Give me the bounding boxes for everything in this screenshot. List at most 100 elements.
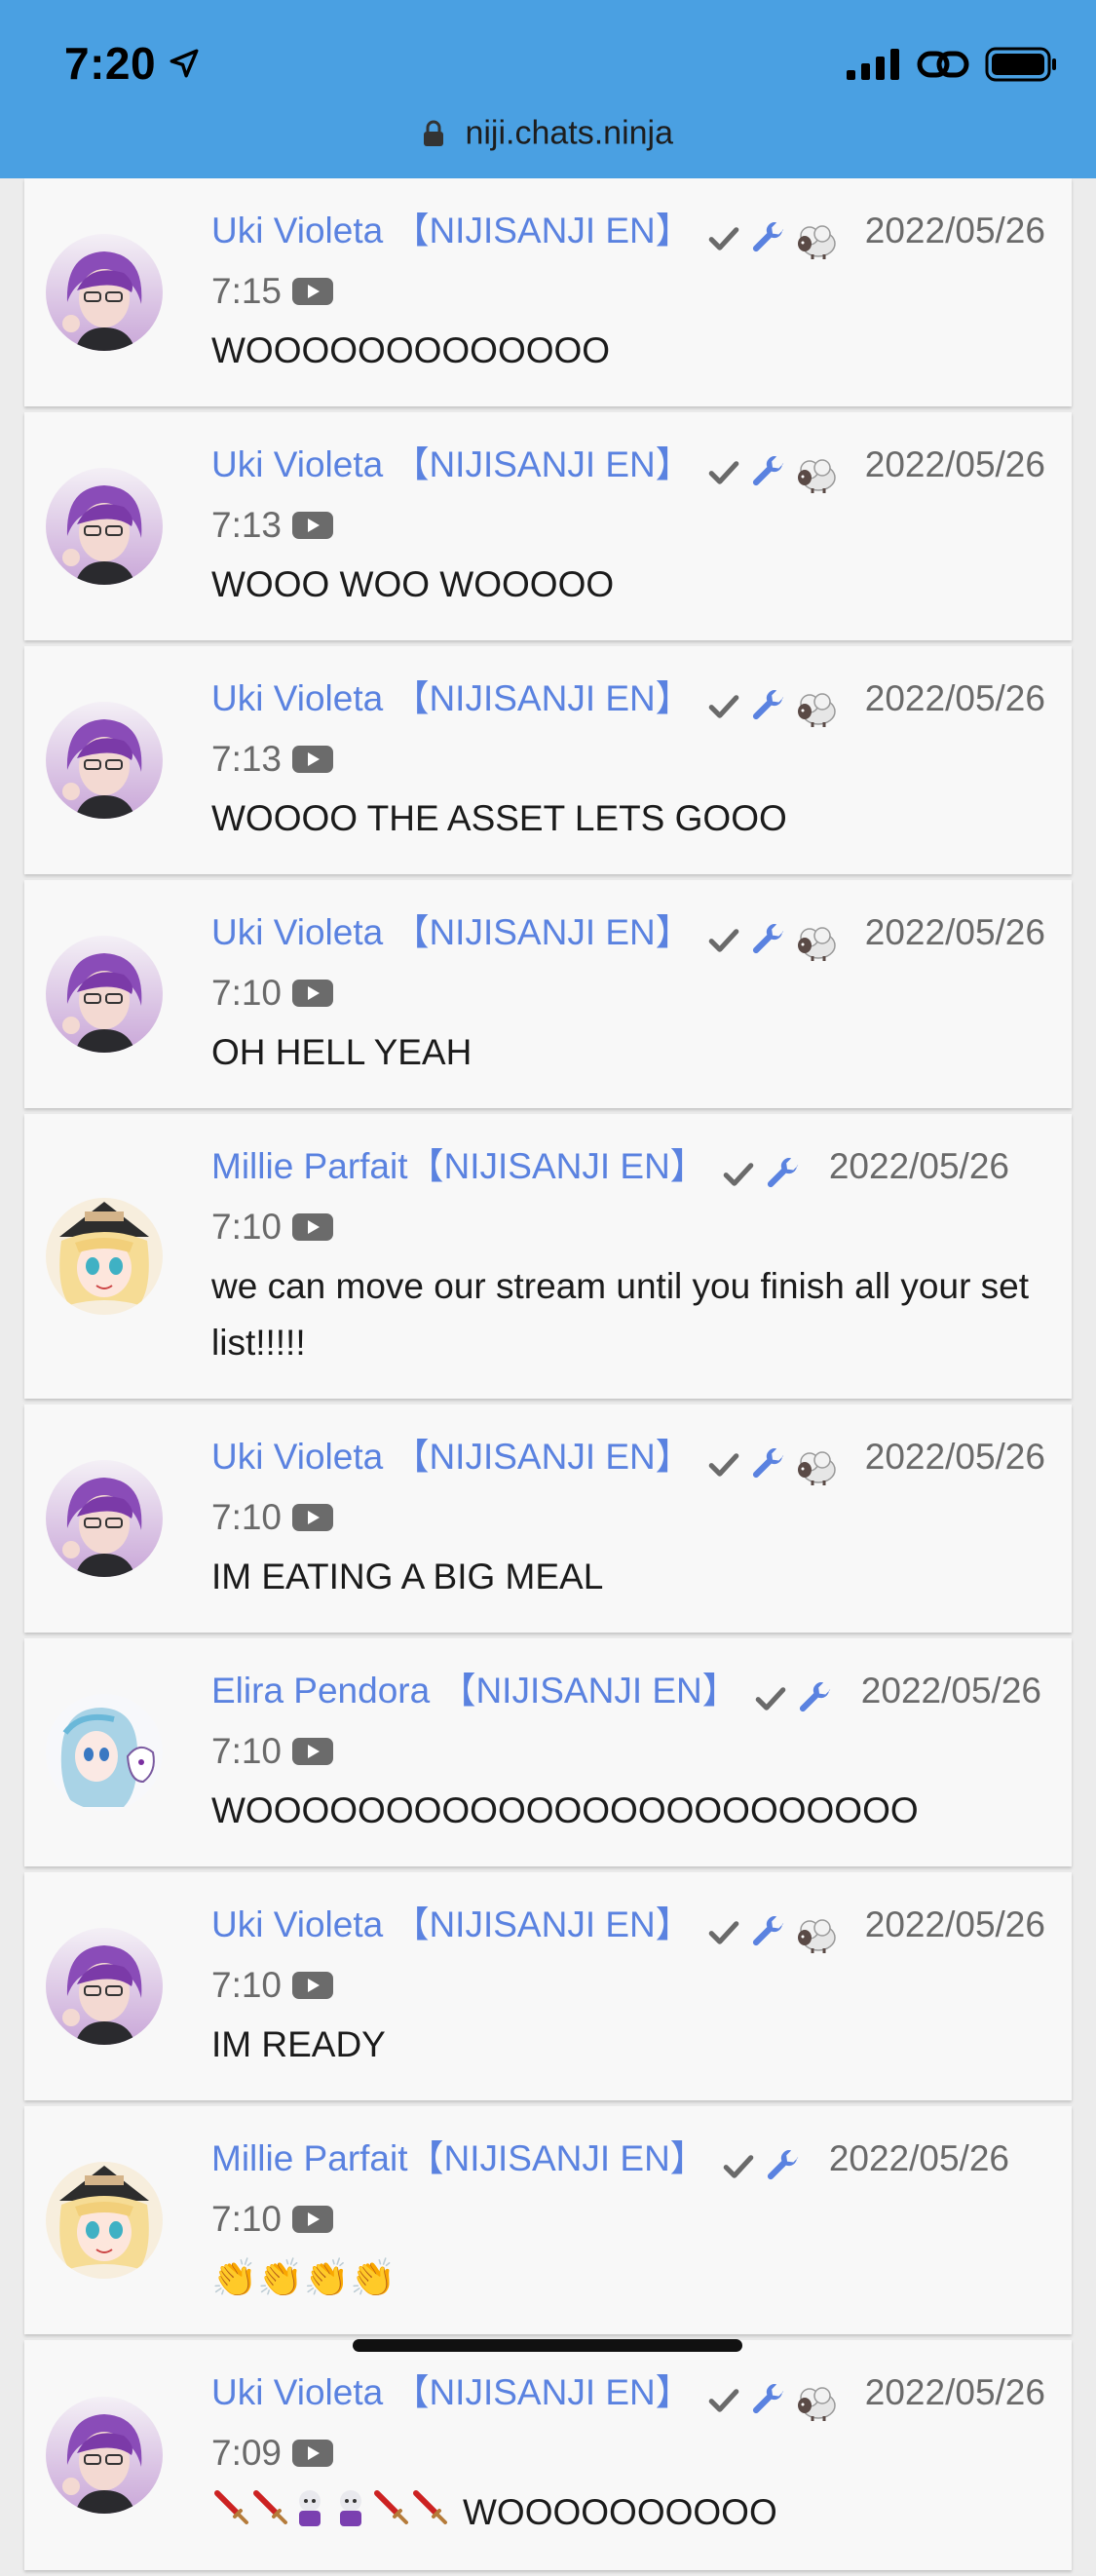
message-text: we can move our stream until you finish … (211, 1266, 1030, 1363)
chat-message: Millie Parfait【NIJISANJI EN】 2022/05/26 7… (24, 2106, 1072, 2334)
avatar[interactable] (46, 2397, 163, 2515)
chat-message: Elira Pendora 【NIJISANJI EN】 2022/05/26 7… (24, 1638, 1072, 1866)
check-icon (705, 1442, 748, 1482)
message-text: WOOOOOOOOOO (211, 2484, 1048, 2543)
sword-emote (371, 2490, 410, 2534)
check-icon (705, 216, 748, 256)
address-bar[interactable]: niji.chats.ninja (0, 113, 1096, 153)
sword-emote (211, 2490, 250, 2534)
battery-icon (985, 47, 1056, 82)
sword-emote (410, 2490, 449, 2534)
check-icon (705, 918, 748, 958)
youtube-link-icon[interactable] (291, 2430, 334, 2484)
youtube-link-icon[interactable] (291, 736, 334, 790)
youtube-link-icon[interactable] (291, 268, 334, 323)
chat-message: Millie Parfait【NIJISANJI EN】 2022/05/26 7… (24, 1114, 1072, 1399)
wrench-icon (763, 2144, 808, 2184)
author-name[interactable]: Uki Violeta 【NIJISANJI EN】 (211, 211, 692, 250)
lock-icon (423, 120, 443, 147)
author-badges (705, 443, 844, 498)
author-name[interactable]: Elira Pendora 【NIJISANJI EN】 (211, 1671, 738, 1711)
author-badges (720, 2137, 808, 2192)
youtube-link-icon[interactable] (291, 1494, 334, 1549)
youtube-link-icon[interactable] (291, 1962, 334, 2017)
wrench-icon (748, 1910, 793, 1950)
author-badges (705, 677, 844, 732)
author-badges (705, 1903, 844, 1958)
avatar[interactable] (46, 234, 163, 351)
author-badges (752, 1670, 840, 1724)
author-name[interactable]: Millie Parfait【NIJISANJI EN】 (211, 2138, 706, 2178)
sheep-icon (793, 2378, 844, 2422)
check-icon (720, 1152, 763, 1192)
check-icon (705, 1910, 748, 1950)
message-text: WOOOOOOOOOOOOOOOOOOOOOOOO (211, 1790, 919, 1830)
wrench-icon (748, 684, 793, 724)
chat-message: Uki Violeta 【NIJISANJI EN】 2022/05/26 7:1… (24, 880, 1072, 1108)
avatar[interactable] (46, 2162, 163, 2279)
avatar[interactable] (46, 468, 163, 585)
author-name[interactable]: Uki Violeta 【NIJISANJI EN】 (211, 1904, 692, 1944)
status-bar: 7:20 niji.chats.ninja (0, 0, 1096, 178)
message-text: IM READY (211, 2024, 386, 2064)
author-name[interactable]: Uki Violeta 【NIJISANJI EN】 (211, 678, 692, 718)
avatar[interactable] (46, 702, 163, 819)
message-header: Uki Violeta 【NIJISANJI EN】 2022/05/26 7:1… (211, 905, 1048, 1024)
author-badges (705, 210, 844, 264)
youtube-link-icon[interactable] (291, 2196, 334, 2250)
wrench-icon (748, 216, 793, 256)
message-header: Uki Violeta 【NIJISANJI EN】 2022/05/26 7:1… (211, 204, 1048, 323)
author-name[interactable]: Uki Violeta 【NIJISANJI EN】 (211, 2372, 692, 2412)
youtube-link-icon[interactable] (291, 1204, 334, 1258)
author-badges (705, 911, 844, 966)
message-header: Uki Violeta 【NIJISANJI EN】 2022/05/26 7:1… (211, 1898, 1048, 2017)
sheep-icon (793, 684, 844, 728)
youtube-link-icon[interactable] (291, 970, 334, 1024)
wrench-icon (748, 918, 793, 958)
avatar[interactable] (46, 1198, 163, 1315)
character-emote (330, 2490, 371, 2534)
message-body: WOOOOOOOOOO (463, 2492, 777, 2532)
avatar[interactable] (46, 1928, 163, 2045)
check-icon (705, 684, 748, 724)
sheep-icon (793, 1442, 844, 1486)
message-header: Millie Parfait【NIJISANJI EN】 2022/05/26 7… (211, 1139, 1048, 1258)
clock: 7:20 (64, 38, 157, 89)
sword-emote (250, 2490, 289, 2534)
chat-message: Uki Violeta 【NIJISANJI EN】 2022/05/26 7:0… (24, 2340, 1072, 2571)
sheep-icon (793, 216, 844, 260)
wrench-icon (748, 1442, 793, 1482)
author-name[interactable]: Uki Violeta 【NIJISANJI EN】 (211, 444, 692, 484)
youtube-link-icon[interactable] (291, 1728, 334, 1783)
system-icons (847, 47, 1057, 82)
author-badges (720, 1145, 808, 1200)
message-header: Uki Violeta 【NIJISANJI EN】 2022/05/26 7:0… (211, 2365, 1048, 2484)
chat-message: Uki Violeta 【NIJISANJI EN】 2022/05/26 7:1… (24, 1404, 1072, 1633)
sheep-icon (793, 450, 844, 494)
cellular-signal-icon (847, 49, 899, 80)
message-text: OH HELL YEAH (211, 1032, 472, 1072)
author-badges (705, 2371, 844, 2426)
character-emote (289, 2490, 330, 2534)
wrench-icon (748, 2378, 793, 2418)
wrench-icon (795, 1676, 840, 1716)
check-icon (720, 2144, 763, 2184)
check-icon (752, 1676, 795, 1716)
chat-message-list[interactable]: Uki Violeta 【NIJISANJI EN】 2022/05/26 7:1… (24, 178, 1072, 2576)
sheep-icon (793, 1910, 844, 1954)
chat-message: Uki Violeta 【NIJISANJI EN】 2022/05/26 7:1… (24, 1872, 1072, 2100)
avatar[interactable] (46, 1694, 163, 1811)
avatar[interactable] (46, 936, 163, 1053)
message-header: Uki Violeta 【NIJISANJI EN】 2022/05/26 7:1… (211, 438, 1048, 557)
message-header: Elira Pendora 【NIJISANJI EN】 2022/05/26 7… (211, 1664, 1048, 1783)
home-indicator[interactable] (353, 2339, 742, 2352)
check-icon (705, 2378, 748, 2418)
message-header: Millie Parfait【NIJISANJI EN】 2022/05/26 7… (211, 2132, 1048, 2250)
message-text: 👏👏👏👏 (211, 2258, 397, 2299)
author-name[interactable]: Uki Violeta 【NIJISANJI EN】 (211, 1437, 692, 1477)
author-name[interactable]: Millie Parfait【NIJISANJI EN】 (211, 1146, 706, 1186)
avatar[interactable] (46, 1460, 163, 1577)
author-name[interactable]: Uki Violeta 【NIJISANJI EN】 (211, 912, 692, 952)
youtube-link-icon[interactable] (291, 502, 334, 557)
url-text: niji.chats.ninja (465, 114, 673, 152)
